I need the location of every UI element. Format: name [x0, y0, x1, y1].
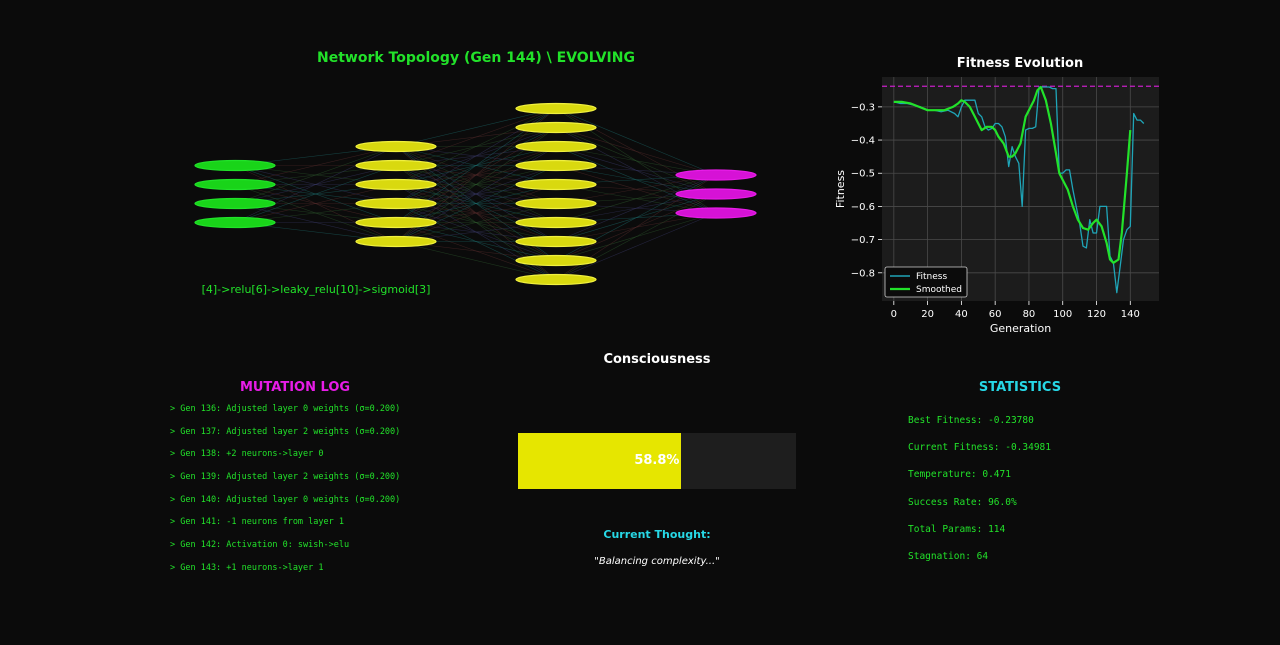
current-thought-label: Current Thought: [603, 528, 711, 541]
neuron-layer-1 [355, 178, 437, 191]
neuron-layer-0 [194, 216, 276, 229]
mutation-log-entry: > Gen 142: Activation 0: swish->elu [170, 540, 350, 551]
y-tick-label: −0.8 [851, 268, 875, 279]
mutation-log-entry: > Gen 137: Adjusted layer 2 weights (σ=0… [170, 426, 401, 437]
y-tick-label: −0.4 [851, 136, 875, 147]
network-edge [395, 108, 557, 204]
consciousness-title: Consciousness [603, 352, 711, 367]
y-tick-label: −0.5 [851, 169, 875, 180]
neuron-layer-2 [515, 121, 597, 134]
legend-label-smoothed: Smoothed [916, 285, 962, 295]
neuron-layer-0 [194, 178, 276, 191]
neuron-layer-1 [355, 216, 437, 229]
neuron-layer-1 [355, 159, 437, 172]
network-graph [194, 102, 757, 286]
neuron-layer-0 [194, 159, 276, 172]
x-axis-label: Generation [990, 322, 1051, 335]
y-tick-label: −0.6 [851, 202, 875, 213]
mutation-log-entry: > Gen 140: Adjusted layer 0 weights (σ=0… [170, 494, 401, 505]
neuron-layer-2 [515, 273, 597, 286]
consciousness-level: 58.8% [634, 453, 680, 468]
neuron-layer-1 [355, 197, 437, 210]
y-tick-label: −0.3 [851, 102, 875, 113]
fitness-chart: 0 20 40 60 80 100 120 140 −0.8 −0.7 −0.6 −0.5 −0.4 −… [834, 77, 1159, 335]
mutation-log-list: > Gen 136: Adjusted layer 0 weights (σ=0… [170, 404, 400, 586]
statistics-list: Best Fitness: -0.23780 Current Fitness: … [908, 415, 1051, 578]
x-tick-label: 60 [989, 309, 1002, 320]
stat-stagnation: Stagnation: 64 [908, 550, 989, 562]
network-edge [395, 108, 557, 166]
mutation-log-entry: > Gen 141: -1 neurons from layer 1 [170, 517, 344, 528]
mutation-log-title: MUTATION LOG [239, 380, 351, 395]
x-tick-label: 120 [1087, 309, 1106, 320]
neuron-layer-2 [515, 178, 597, 191]
mutation-log-entry: > Gen 139: Adjusted layer 2 weights (σ=0… [170, 472, 401, 483]
consciousness-bar-fill: 58.8% [518, 433, 682, 489]
neuron-layer-3 [675, 207, 757, 219]
neuron-layer-2 [515, 216, 597, 229]
topology-title: Network Topology (Gen 144) \ EVOLVING [317, 50, 635, 66]
mutation-log-entry: > Gen 138: +2 neurons->layer 0 [170, 449, 324, 460]
current-thought-text: "Balancing complexity..." [594, 556, 720, 567]
y-axis-label: Fitness [834, 170, 847, 208]
neuron-layer-3 [675, 188, 757, 200]
neuron-layer-1 [355, 140, 437, 153]
y-tick-label: −0.7 [851, 235, 875, 246]
neuron-layer-3 [675, 169, 757, 181]
chart-legend: Fitness Smoothed [884, 266, 968, 298]
neuron-layer-2 [515, 197, 597, 210]
consciousness-bar: 58.8% [518, 433, 796, 489]
x-tick-label: 20 [921, 309, 934, 320]
stat-temperature: Temperature: 0.471 [908, 469, 1011, 481]
stat-best-fitness: Best Fitness: -0.23780 [908, 415, 1034, 426]
x-tick-label: 100 [1053, 309, 1072, 320]
neuron-layer-2 [515, 235, 597, 248]
neuron-layer-2 [515, 254, 597, 267]
neuron-layer-2 [515, 159, 597, 172]
neuron-layer-1 [355, 235, 437, 248]
mutation-log-entry: > Gen 143: +1 neurons->layer 1 [170, 562, 324, 573]
stat-success-rate: Success Rate: 96.0% [908, 496, 1017, 508]
architecture-label: [4]->relu[6]->leaky_relu[10]->sigmoid[3] [201, 283, 431, 296]
network-edge [234, 146, 397, 204]
stat-current-fitness: Current Fitness: -0.34981 [908, 442, 1051, 454]
x-tick-label: 80 [1023, 309, 1036, 320]
x-tick-label: 0 [891, 309, 897, 320]
fitness-chart-title: Fitness Evolution [956, 56, 1084, 71]
neuron-layer-0 [194, 197, 276, 210]
mutation-log-entry: > Gen 136: Adjusted layer 0 weights (σ=0… [170, 404, 401, 414]
statistics-title: STATISTICS [978, 380, 1062, 395]
stat-total-params: Total Params: 114 [908, 523, 1006, 535]
x-tick-label: 140 [1121, 309, 1140, 320]
x-tick-label: 40 [955, 309, 968, 320]
legend-label-fitness: Fitness [916, 272, 947, 282]
neuron-layer-2 [515, 102, 597, 115]
neuron-layer-2 [515, 140, 597, 153]
